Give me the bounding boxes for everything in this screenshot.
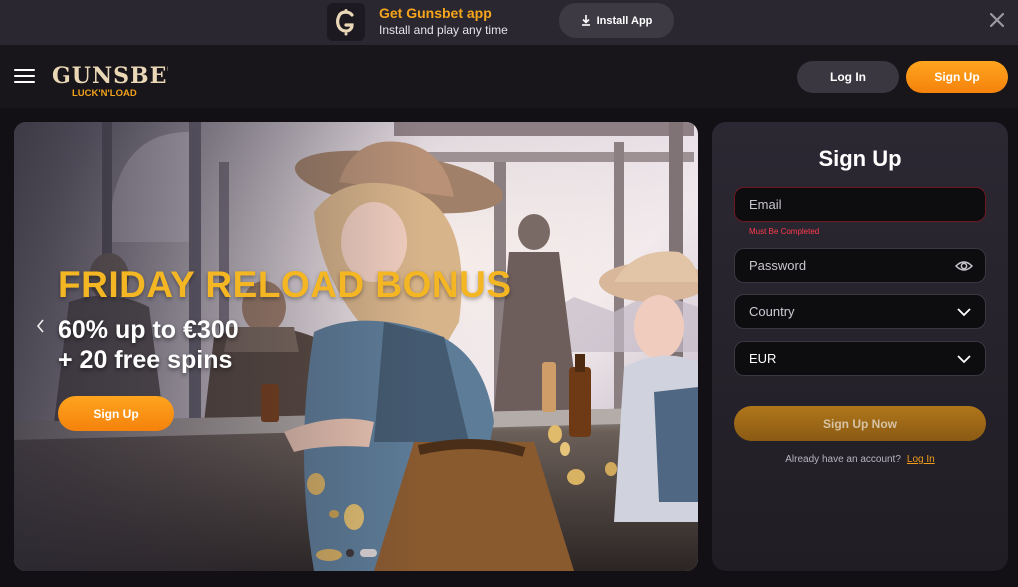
signup-panel: Sign Up Must Be Completed Country EUR Si… xyxy=(712,122,1008,571)
app-install-banner: Get Gunsbet app Install and play any tim… xyxy=(0,0,1018,45)
brand-tagline: LUCK'N'LOAD xyxy=(72,88,137,99)
currency-select[interactable]: EUR xyxy=(734,341,986,376)
existing-account-prompt: Already have an account? Log In xyxy=(712,454,1008,465)
site-header: GUNSBET LUCK'N'LOAD Log In Sign Up xyxy=(0,45,1018,108)
chevron-left-icon xyxy=(36,319,44,333)
slider-dot-1[interactable] xyxy=(346,549,354,557)
header-login-button[interactable]: Log In xyxy=(797,61,899,93)
brand-wordmark: GUNSBET xyxy=(52,63,168,89)
slider-pagination xyxy=(346,549,377,557)
hamburger-menu-icon xyxy=(14,69,35,71)
promo-hero-slider: FRIDAY RELOAD BONUS 60% up to €300 + 20 … xyxy=(14,122,698,571)
slider-prev-button[interactable] xyxy=(33,318,49,334)
currency-select-value: EUR xyxy=(749,351,777,366)
country-select[interactable]: Country xyxy=(734,294,986,329)
promo-signup-button[interactable]: Sign Up xyxy=(58,396,174,431)
chevron-down-icon xyxy=(957,308,971,317)
header-signup-button[interactable]: Sign Up xyxy=(906,61,1008,93)
app-banner-subtitle: Install and play any time xyxy=(379,23,508,37)
chevron-down-icon xyxy=(957,355,971,364)
close-icon xyxy=(990,13,1004,27)
install-app-label: Install App xyxy=(596,14,653,27)
password-field[interactable] xyxy=(734,248,986,283)
email-error-message: Must Be Completed xyxy=(749,227,820,236)
panel-login-link[interactable]: Log In xyxy=(907,454,935,465)
signup-title: Sign Up xyxy=(818,146,902,171)
country-select-value: Country xyxy=(749,304,795,319)
app-banner-title: Get Gunsbet app xyxy=(379,5,492,21)
email-input[interactable] xyxy=(749,197,971,212)
promo-title: FRIDAY RELOAD BONUS xyxy=(58,264,512,305)
gunsbet-g-logo-icon xyxy=(336,9,354,36)
hamburger-menu-button[interactable] xyxy=(14,67,36,85)
install-app-button[interactable]: Install App xyxy=(559,3,674,38)
gunsbet-logo[interactable]: GUNSBET LUCK'N'LOAD xyxy=(50,55,168,99)
slider-dot-2[interactable] xyxy=(360,549,377,557)
promo-offer-line-1: 60% up to €300 xyxy=(58,316,239,344)
email-field[interactable] xyxy=(734,187,986,222)
existing-account-text: Already have an account? xyxy=(785,454,901,465)
gunsbet-app-logo xyxy=(327,3,365,41)
close-banner-button[interactable] xyxy=(986,9,1008,31)
promo-offer-line-2: + 20 free spins xyxy=(58,346,233,374)
password-input[interactable] xyxy=(749,258,971,273)
signup-submit-button[interactable]: Sign Up Now xyxy=(734,406,986,441)
download-icon xyxy=(581,15,590,26)
eye-icon[interactable] xyxy=(955,258,973,274)
